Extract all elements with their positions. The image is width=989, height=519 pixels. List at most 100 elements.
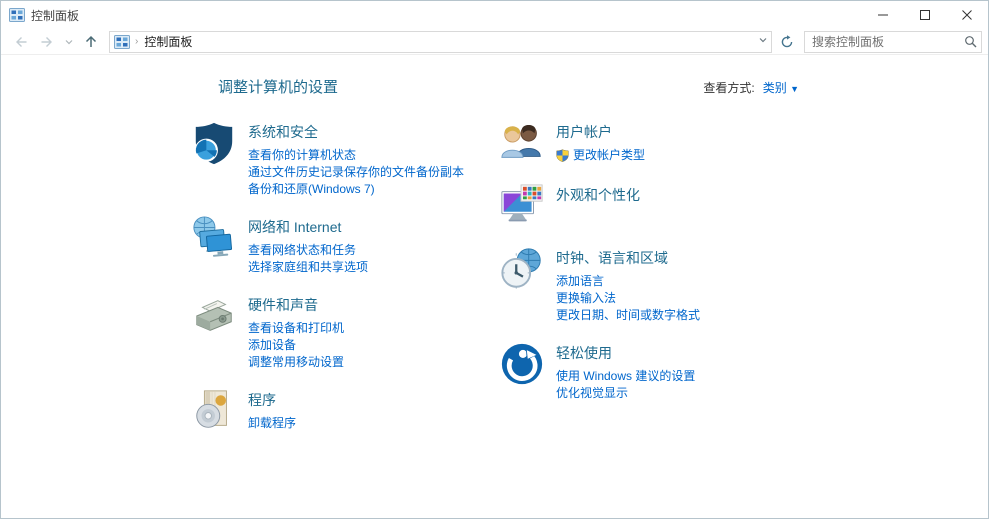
category-section: 程序 卸载程序: [191, 388, 499, 434]
titlebar: 控制面板: [1, 1, 988, 29]
recent-locations-chevron-icon[interactable]: [61, 30, 77, 54]
category-link[interactable]: 备份和还原(Windows 7): [248, 181, 464, 197]
category-columns: 系统和安全查看你的计算机状态通过文件历史记录保存你的文件备份副本 备份和还原(Wi…: [1, 120, 988, 451]
control-panel-icon: [114, 34, 130, 50]
category-section: 轻松使用使用 Windows 建议的设置 优化视觉显示: [499, 341, 919, 402]
refresh-button[interactable]: [776, 31, 798, 53]
right-column: 用户帐户更改帐户类型外观和个性化时钟、语言和区域添加语言更换输入法更改日期、时间…: [499, 120, 919, 451]
ease-of-access-icon: [499, 341, 545, 387]
category-link-label: 添加设备: [248, 338, 297, 352]
category-body: 外观和个性化: [556, 183, 640, 229]
address-dropdown-chevron-icon[interactable]: [757, 33, 769, 51]
category-link-label: 查看你的计算机状态: [248, 148, 357, 162]
clock-language-region-icon: [499, 246, 545, 292]
category-link-label: 添加语言: [556, 274, 605, 288]
user-accounts-icon: [499, 120, 545, 166]
search-input[interactable]: [812, 34, 964, 49]
window-title: 控制面板: [31, 8, 80, 23]
up-button[interactable]: [79, 30, 103, 54]
category-title-link[interactable]: 轻松使用: [556, 343, 612, 363]
minimize-button[interactable]: [862, 1, 904, 29]
security-shield-icon: [191, 120, 237, 166]
category-link-label: 通过文件历史记录保存你的文件备份副本: [248, 165, 465, 179]
window-controls: [862, 1, 988, 29]
category-section: 时钟、语言和区域添加语言更换输入法更改日期、时间或数字格式: [499, 246, 919, 324]
category-link[interactable]: 优化视觉显示: [556, 385, 695, 401]
category-link[interactable]: 查看网络状态和任务: [248, 242, 368, 258]
control-panel-icon: [9, 7, 25, 23]
category-title-link[interactable]: 硬件和声音: [248, 295, 318, 315]
content-header: 调整计算机的设置 查看方式: 类别 ▼: [1, 76, 988, 97]
view-by-control: 查看方式: 类别 ▼: [703, 79, 799, 96]
category-link-label: 调整常用移动设置: [248, 355, 345, 369]
category-link-label: 卸载程序: [248, 416, 297, 430]
view-by-caret-icon: ▼: [790, 84, 799, 94]
network-internet-icon: [191, 215, 237, 261]
category-title-link[interactable]: 用户帐户: [556, 122, 612, 142]
category-link[interactable]: 添加设备: [248, 337, 344, 353]
category-links: 查看设备和打印机 添加设备调整常用移动设置: [248, 320, 344, 370]
category-link-label: 更改帐户类型: [573, 148, 646, 162]
left-column: 系统和安全查看你的计算机状态通过文件历史记录保存你的文件备份副本 备份和还原(Wi…: [191, 120, 499, 451]
category-link-label: 更换输入法: [556, 291, 617, 305]
address-bar[interactable]: › 控制面板: [109, 30, 772, 53]
category-links: 查看网络状态和任务 选择家庭组和共享选项: [248, 242, 368, 275]
category-link[interactable]: 选择家庭组和共享选项: [248, 259, 368, 275]
category-section: 网络和 Internet 查看网络状态和任务 选择家庭组和共享选项: [191, 215, 499, 276]
navigation-toolbar: › 控制面板: [1, 29, 988, 55]
category-title-link[interactable]: 外观和个性化: [556, 185, 640, 205]
category-title-link[interactable]: 网络和 Internet: [248, 217, 341, 237]
hardware-sound-icon: [191, 293, 237, 339]
category-links: 卸载程序: [248, 415, 296, 431]
category-link-label: 更改日期、时间或数字格式: [556, 308, 701, 322]
category-link[interactable]: 查看你的计算机状态: [248, 147, 464, 163]
search-box: [804, 30, 982, 53]
category-link-label: 使用 Windows 建议的设置: [556, 369, 696, 383]
close-button[interactable]: [946, 1, 988, 29]
category-links: 查看你的计算机状态通过文件历史记录保存你的文件备份副本 备份和还原(Windows…: [248, 147, 464, 197]
category-body: 程序 卸载程序: [248, 388, 296, 434]
search-icon[interactable]: [964, 35, 977, 48]
category-section: 外观和个性化: [499, 183, 919, 229]
category-body: 用户帐户更改帐户类型: [556, 120, 645, 166]
category-link-label: 备份和还原(Windows 7): [248, 182, 375, 196]
category-section: 系统和安全查看你的计算机状态通过文件历史记录保存你的文件备份副本 备份和还原(Wi…: [191, 120, 499, 198]
view-by-dropdown[interactable]: 类别 ▼: [763, 81, 799, 95]
category-link[interactable]: 使用 Windows 建议的设置: [556, 368, 695, 384]
category-link-label: 查看网络状态和任务: [248, 243, 357, 257]
category-link[interactable]: 调整常用移动设置: [248, 354, 344, 370]
category-body: 时钟、语言和区域添加语言更换输入法更改日期、时间或数字格式: [556, 246, 700, 324]
category-section: 硬件和声音查看设备和打印机 添加设备调整常用移动设置: [191, 293, 499, 371]
page-title: 调整计算机的设置: [218, 79, 339, 96]
category-body: 系统和安全查看你的计算机状态通过文件历史记录保存你的文件备份副本 备份和还原(Wi…: [248, 120, 464, 198]
maximize-button[interactable]: [904, 1, 946, 29]
category-body: 网络和 Internet 查看网络状态和任务 选择家庭组和共享选项: [248, 215, 368, 276]
category-title-link[interactable]: 时钟、语言和区域: [556, 248, 668, 268]
breadcrumb-separator-icon: ›: [135, 36, 139, 47]
breadcrumb[interactable]: 控制面板: [144, 33, 192, 50]
category-link[interactable]: 更改帐户类型: [556, 147, 645, 163]
category-links: 添加语言更换输入法更改日期、时间或数字格式: [556, 273, 700, 323]
category-body: 硬件和声音查看设备和打印机 添加设备调整常用移动设置: [248, 293, 344, 371]
category-link[interactable]: 卸载程序: [248, 415, 296, 431]
content-area: 调整计算机的设置 查看方式: 类别 ▼ 系统和安全查看你的计算机状态通过文件历史记…: [1, 55, 988, 451]
category-link[interactable]: 添加语言: [556, 273, 700, 289]
category-link[interactable]: 更换输入法: [556, 290, 700, 306]
appearance-personalization-icon: [499, 183, 545, 229]
category-link-label: 查看设备和打印机: [248, 321, 345, 335]
view-by-label: 查看方式:: [703, 81, 755, 95]
control-panel-window: 控制面板 › 控制面板 搜索控制面板 调整计算机的设置 查看方式: 类别 ▼ 系…: [0, 0, 989, 519]
category-link[interactable]: 通过文件历史记录保存你的文件备份副本: [248, 164, 464, 180]
programs-icon: [191, 388, 237, 434]
category-link-label: 优化视觉显示: [556, 386, 629, 400]
back-button[interactable]: [9, 30, 33, 54]
category-links: 更改帐户类型: [556, 147, 645, 163]
uac-shield-icon: [556, 148, 569, 162]
category-link[interactable]: 查看设备和打印机: [248, 320, 344, 336]
forward-button[interactable]: [35, 30, 59, 54]
category-title-link[interactable]: 程序: [248, 390, 276, 410]
category-link[interactable]: 更改日期、时间或数字格式: [556, 307, 700, 323]
category-link-label: 选择家庭组和共享选项: [248, 260, 369, 274]
category-title-link[interactable]: 系统和安全: [248, 122, 318, 142]
category-body: 轻松使用使用 Windows 建议的设置 优化视觉显示: [556, 341, 695, 402]
